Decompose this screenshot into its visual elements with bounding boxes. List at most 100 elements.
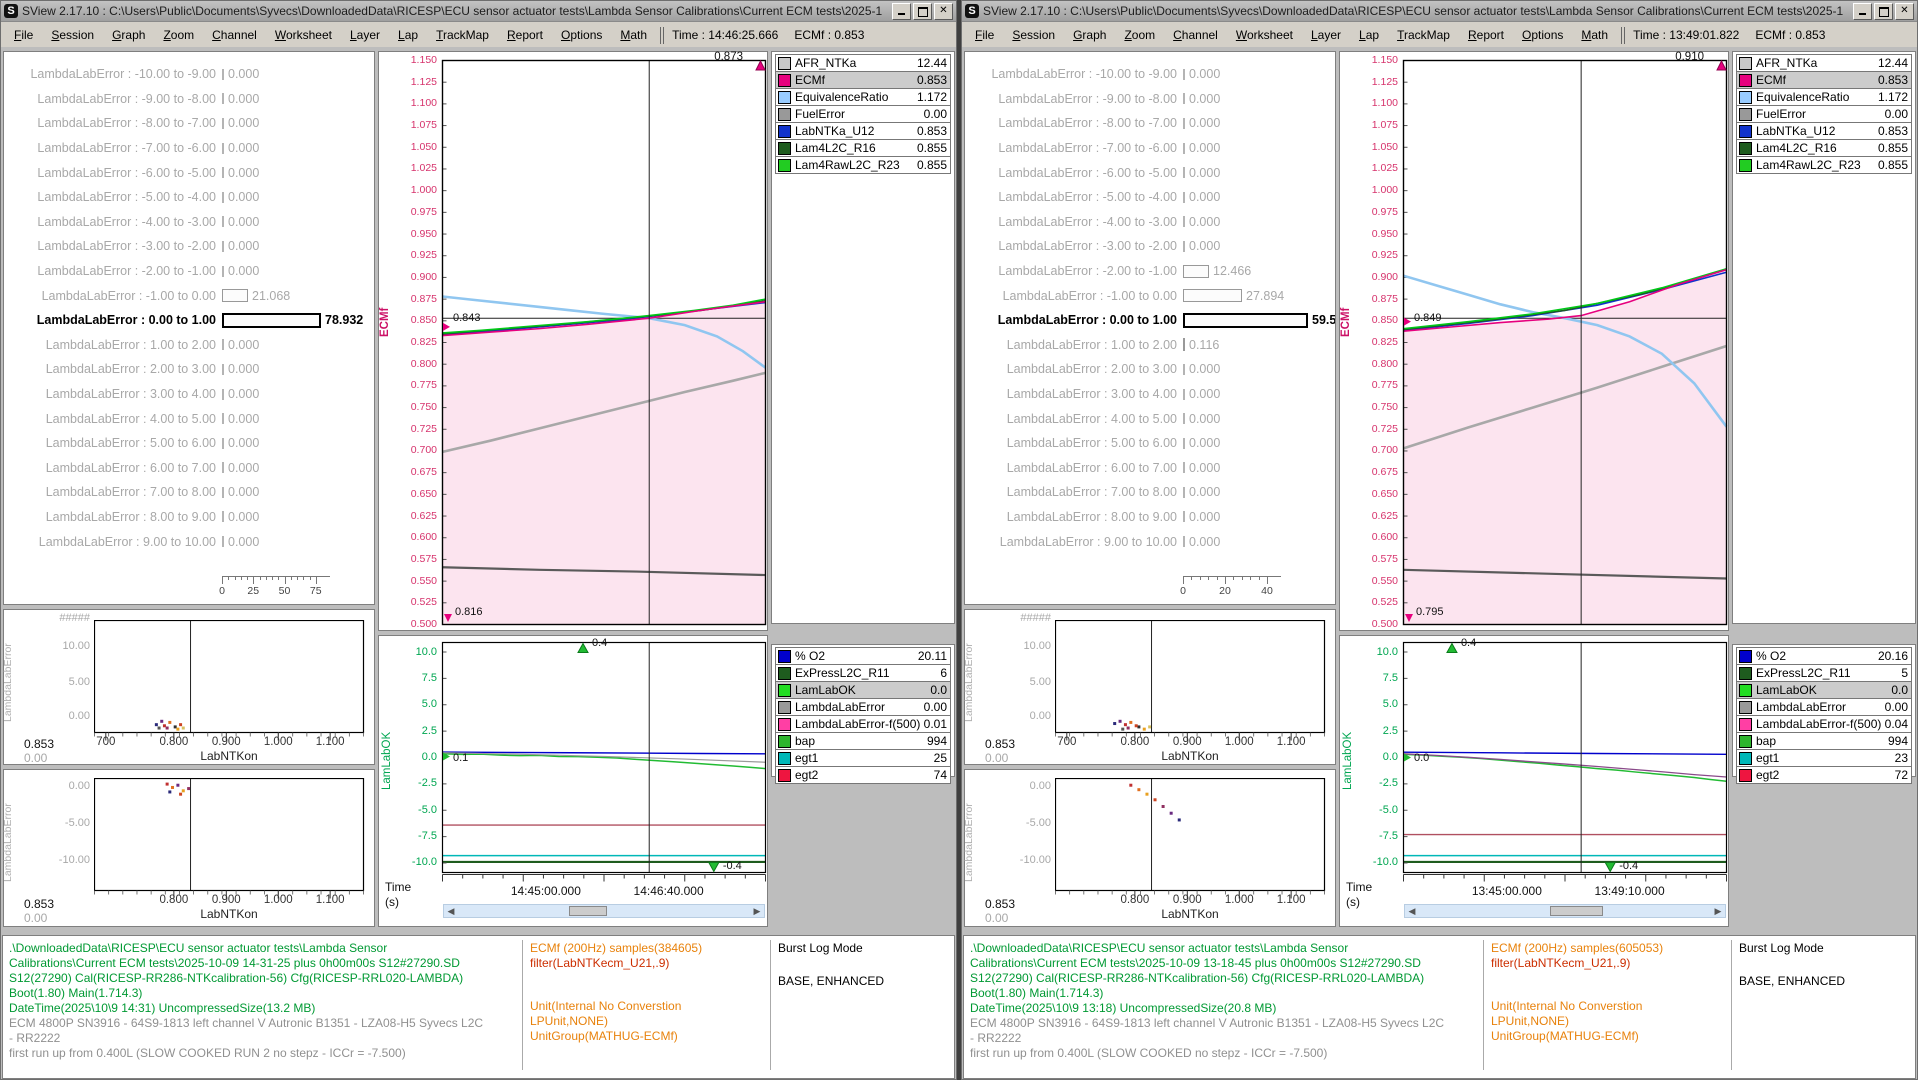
lambda-error-row[interactable]: LambdaLabError : -5.00 to -4.000.000 [965,185,1335,210]
legend-row-egt2[interactable]: egt274 [775,766,951,784]
lambda-error-row[interactable]: LambdaLabError : -3.00 to -2.000.000 [4,234,374,259]
close-button[interactable]: ✕ [934,3,953,20]
menu-item-channel[interactable]: Channel [203,28,266,42]
scroll-right-icon[interactable]: ▶ [1712,906,1724,916]
lambda-error-row[interactable]: LambdaLabError : 6.00 to 7.000.000 [4,456,374,481]
legend-row-lam4l2c-r16[interactable]: Lam4L2C_R160.855 [1736,139,1912,157]
menu-item-session[interactable]: Session [42,28,103,42]
lambda-error-row[interactable]: LambdaLabError : 1.00 to 2.000.116 [965,333,1335,358]
time-scrollbar[interactable]: ◀ ▶ [1404,904,1726,918]
legend-row-lamlabok[interactable]: LamLabOK0.0 [775,681,951,699]
menu-item-lap[interactable]: Lap [389,28,427,42]
legend-row-equivalenceratio[interactable]: EquivalenceRatio1.172 [1736,88,1912,106]
menu-item-graph[interactable]: Graph [103,28,154,42]
legend-row-bap[interactable]: bap994 [775,732,951,750]
legend-row-expressl2c-r11[interactable]: ExPressL2C_R116 [775,664,951,682]
legend-row--o2[interactable]: % O220.16 [1736,647,1912,665]
menu-item-math[interactable]: Math [1572,28,1617,42]
menu-item-channel[interactable]: Channel [1164,28,1227,42]
legend-row-bap[interactable]: bap994 [1736,732,1912,750]
menu-item-trackmap[interactable]: TrackMap [427,28,498,42]
scatter-plot-area[interactable] [1055,778,1327,902]
legend-row-egt2[interactable]: egt272 [1736,766,1912,784]
lamlabok-chart-plot[interactable] [1402,636,1728,882]
menu-item-file[interactable]: File [5,28,42,42]
legend-row-lambdalaberror[interactable]: LambdaLabError0.00 [775,698,951,716]
lambda-error-row[interactable]: LambdaLabError : 0.00 to 1.0078.932 [4,308,374,333]
menu-item-options[interactable]: Options [552,28,611,42]
minimize-button[interactable] [1853,3,1872,20]
legend-row-afr-ntka[interactable]: AFR_NTKa12.44 [1736,54,1912,72]
lambda-error-row[interactable]: LambdaLabError : 8.00 to 9.000.000 [965,505,1335,530]
menu-item-file[interactable]: File [966,28,1003,42]
scroll-left-icon[interactable]: ◀ [445,906,457,916]
menu-item-session[interactable]: Session [1003,28,1064,42]
lambda-error-row[interactable]: LambdaLabError : 9.00 to 10.000.000 [965,529,1335,554]
legend-row-lam4l2c-r16[interactable]: Lam4L2C_R160.855 [775,139,951,157]
close-button[interactable]: ✕ [1895,3,1914,20]
lambda-error-row[interactable]: LambdaLabError : -7.00 to -6.000.000 [4,136,374,161]
legend-row-egt1[interactable]: egt123 [1736,749,1912,767]
scatter-plot-area[interactable] [1055,620,1327,744]
lambda-error-row[interactable]: LambdaLabError : -2.00 to -1.0012.466 [965,259,1335,284]
lambda-error-row[interactable]: LambdaLabError : 2.00 to 3.000.000 [965,357,1335,382]
minimize-button[interactable] [892,3,911,20]
maximize-button[interactable] [1874,3,1893,20]
lambda-error-row[interactable]: LambdaLabError : 1.00 to 2.000.000 [4,333,374,358]
legend-row-fuelerror[interactable]: FuelError0.00 [1736,105,1912,123]
menu-item-math[interactable]: Math [611,28,656,42]
lambda-error-row[interactable]: LambdaLabError : 6.00 to 7.000.000 [965,456,1335,481]
scroll-left-icon[interactable]: ◀ [1406,906,1418,916]
menu-item-report[interactable]: Report [498,28,552,42]
ecmf-chart-plot[interactable] [441,52,767,632]
lambda-error-row[interactable]: LambdaLabError : -1.00 to 0.0021.068 [4,283,374,308]
menu-item-layer[interactable]: Layer [1302,28,1350,42]
legend-row-lamlabok[interactable]: LamLabOK0.0 [1736,681,1912,699]
legend-row-ecmf[interactable]: ECMf0.853 [775,71,951,89]
scatter-plot-area[interactable] [94,620,366,744]
lambda-error-row[interactable]: LambdaLabError : -2.00 to -1.000.000 [4,259,374,284]
legend-row-lambdalaberror-f-500-[interactable]: LambdaLabError-f(500)0.04 [1736,715,1912,733]
lambda-error-row[interactable]: LambdaLabError : 0.00 to 1.0059.524 [965,308,1335,333]
scatter-plot-area[interactable] [94,778,366,902]
scrollbar-thumb[interactable] [569,906,607,916]
menu-item-report[interactable]: Report [1459,28,1513,42]
lambda-error-row[interactable]: LambdaLabError : 3.00 to 4.000.000 [4,382,374,407]
time-scrollbar[interactable]: ◀ ▶ [443,904,765,918]
menu-item-graph[interactable]: Graph [1064,28,1115,42]
lambda-error-row[interactable]: LambdaLabError : -10.00 to -9.000.000 [4,62,374,87]
lambda-error-row[interactable]: LambdaLabError : -6.00 to -5.000.000 [965,160,1335,185]
menu-item-zoom[interactable]: Zoom [154,28,203,42]
lambda-error-row[interactable]: LambdaLabError : -4.00 to -3.000.000 [965,210,1335,235]
lambda-error-row[interactable]: LambdaLabError : 2.00 to 3.000.000 [4,357,374,382]
menu-item-zoom[interactable]: Zoom [1115,28,1164,42]
legend-row-afr-ntka[interactable]: AFR_NTKa12.44 [775,54,951,72]
lambda-error-row[interactable]: LambdaLabError : -9.00 to -8.000.000 [4,87,374,112]
lambda-error-row[interactable]: LambdaLabError : -1.00 to 0.0027.894 [965,283,1335,308]
menu-item-trackmap[interactable]: TrackMap [1388,28,1459,42]
legend-row-lam4rawl2c-r23[interactable]: Lam4RawL2C_R230.855 [775,156,951,174]
menu-item-layer[interactable]: Layer [341,28,389,42]
lambda-error-row[interactable]: LambdaLabError : -5.00 to -4.000.000 [4,185,374,210]
lambda-error-row[interactable]: LambdaLabError : -6.00 to -5.000.000 [4,160,374,185]
lambda-error-row[interactable]: LambdaLabError : 9.00 to 10.000.000 [4,529,374,554]
lambda-error-row[interactable]: LambdaLabError : -9.00 to -8.000.000 [965,87,1335,112]
legend-row-lambdalaberror-f-500-[interactable]: LambdaLabError-f(500)0.01 [775,715,951,733]
title-bar[interactable]: S SView 2.17.10 : C:\Users\Public\Docume… [1,1,956,22]
legend-row-fuelerror[interactable]: FuelError0.00 [775,105,951,123]
lambda-error-row[interactable]: LambdaLabError : -3.00 to -2.000.000 [965,234,1335,259]
lambda-error-row[interactable]: LambdaLabError : -4.00 to -3.000.000 [4,210,374,235]
lambda-error-row[interactable]: LambdaLabError : -8.00 to -7.000.000 [4,111,374,136]
legend-row--o2[interactable]: % O220.11 [775,647,951,665]
legend-row-labntka-u12[interactable]: LabNTKa_U120.853 [775,122,951,140]
lambda-error-row[interactable]: LambdaLabError : 5.00 to 6.000.000 [4,431,374,456]
menu-item-worksheet[interactable]: Worksheet [266,28,341,42]
legend-row-lam4rawl2c-r23[interactable]: Lam4RawL2C_R230.855 [1736,156,1912,174]
scroll-right-icon[interactable]: ▶ [751,906,763,916]
lambda-error-row[interactable]: LambdaLabError : 8.00 to 9.000.000 [4,505,374,530]
menu-item-lap[interactable]: Lap [1350,28,1388,42]
legend-row-expressl2c-r11[interactable]: ExPressL2C_R115 [1736,664,1912,682]
legend-row-ecmf[interactable]: ECMf0.853 [1736,71,1912,89]
menu-item-options[interactable]: Options [1513,28,1572,42]
title-bar[interactable]: S SView 2.17.10 : C:\Users\Public\Docume… [962,1,1917,22]
